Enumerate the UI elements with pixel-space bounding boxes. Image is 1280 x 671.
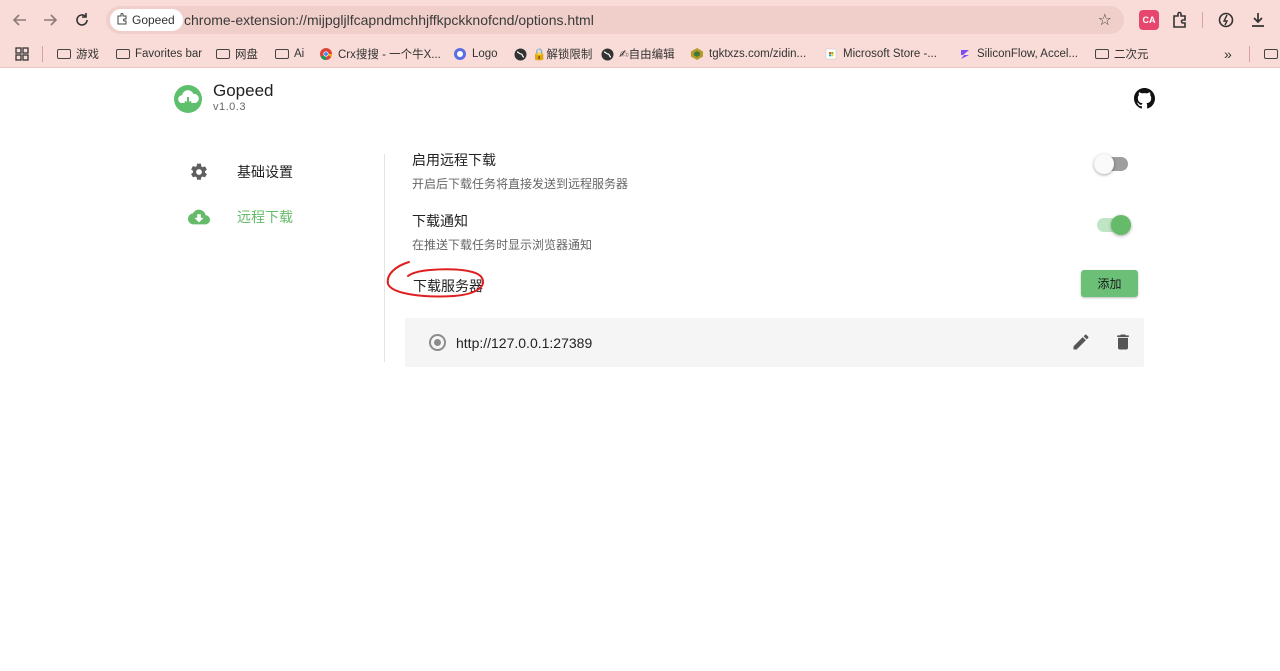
app-title: Gopeed [213,80,274,100]
folder-icon [1095,49,1109,59]
bookmark-item[interactable]: ✍自由编辑 [600,45,675,63]
download-notification-toggle[interactable] [1097,215,1131,235]
gopeed-logo-icon [174,85,202,113]
extensions-puzzle-icon[interactable] [1170,10,1190,30]
folder-icon [275,49,289,59]
url-text[interactable]: chrome-extension://mijpgljlfcapndmchhjff… [184,12,594,28]
app-header: Gopeed v1.0.3 [174,80,274,113]
bookmark-label: Favorites bar [135,48,203,60]
toggle-knob [1111,215,1131,235]
server-url: http://127.0.0.1:27389 [456,335,593,351]
folder-icon [57,49,71,59]
bookmark-item[interactable]: 网盘 [216,45,258,63]
delete-trash-icon[interactable] [1113,332,1133,352]
red-annotation-circle [386,261,484,298]
folder-icon [1264,49,1278,59]
forward-icon[interactable] [38,8,62,32]
bookmark-item[interactable]: Crx搜搜 - 一个牛X... [319,45,441,63]
bookmark-label: tgktxzs.com/zidin... [709,48,807,60]
extension-icon [116,12,128,28]
site-info-chip[interactable]: Gopeed [110,9,183,31]
bookmark-item[interactable]: Logo [453,45,498,63]
app-version: v1.0.3 [213,100,246,113]
bookmarks-overflow-icon[interactable]: » [1224,45,1232,63]
bookmark-label: 🔒解锁限制 [532,49,593,61]
apps-grid-icon[interactable] [15,45,29,63]
globe-icon [600,47,614,61]
folder-icon [216,49,230,59]
gear-icon [188,161,210,183]
setting-description: 开启后下载任务将直接发送到远程服务器 [412,177,629,191]
download-notification-setting: 下载通知 在推送下载任务时显示浏览器通知 [412,211,592,253]
server-list-item[interactable]: http://127.0.0.1:27389 [405,318,1144,367]
bookmark-label: Ai [294,48,305,60]
setting-description: 在推送下载任务时显示浏览器通知 [412,238,593,252]
toolbar-separator [1202,12,1203,28]
address-bar[interactable]: Gopeed chrome-extension://mijpgljlfcapnd… [106,6,1124,34]
bookmark-label: 二次元 [1114,49,1149,61]
bookmark-item[interactable]: Microsoft Store -... [824,45,937,63]
globe-icon [513,47,527,61]
setting-title: 下载通知 [412,213,468,229]
github-icon[interactable] [1134,88,1155,109]
site-icon [690,47,704,61]
site-chip-label: Gopeed [132,13,175,27]
remote-download-setting: 启用远程下载 开启后下载任务将直接发送到远程服务器 [412,150,628,192]
bookmark-star-icon[interactable]: ☆ [1098,10,1112,30]
bookmarks-bar: 游戏 Favorites bar 网盘 Ai Crx搜搜 - 一个牛X... L… [0,40,1280,68]
sidebar-item-basic-settings[interactable]: 基础设置 [188,160,293,184]
toggle-knob [1094,154,1114,174]
bookmark-item[interactable]: 二次元 [1095,45,1149,63]
sidebar-item-label: 基础设置 [237,164,293,180]
bookmark-label: Crx搜搜 - 一个牛X... [338,49,441,61]
bookmark-label: Logo [472,48,498,60]
edit-pencil-icon[interactable] [1071,332,1091,352]
bookmark-label: ✍自由编辑 [619,49,675,61]
server-radio[interactable] [429,334,446,351]
ca-extension-icon[interactable]: CA [1139,10,1159,30]
sidebar-item-remote-download[interactable]: 远程下载 [188,205,293,229]
bookmark-item[interactable]: tgktxzs.com/zidin... [690,45,806,63]
remote-download-toggle[interactable] [1094,154,1128,174]
bookmark-label: 网盘 [235,49,258,61]
sidebar-item-label: 远程下载 [237,209,293,225]
bookmark-item[interactable]: 游戏 [57,45,99,63]
add-server-button[interactable]: 添加 [1081,270,1138,297]
reload-icon[interactable] [70,8,94,32]
bookmark-item[interactable]: SiliconFlow, Accel... [958,45,1078,63]
bookmark-label: Microsoft Store -... [843,48,937,60]
store-icon [824,47,838,61]
bookmark-item[interactable]: Favorites bar [116,45,202,63]
download-icon[interactable] [1248,10,1268,30]
bookmark-item[interactable]: Ai [275,45,304,63]
bookmarks-separator [42,46,43,62]
performance-icon[interactable] [1216,10,1236,30]
setting-title: 启用远程下载 [412,152,496,168]
other-bookmarks-item[interactable] [1264,45,1278,63]
folder-icon [116,49,130,59]
siliconflow-icon [958,47,972,61]
bookmark-label: SiliconFlow, Accel... [977,48,1078,60]
bookmarks-separator [1249,46,1250,62]
back-icon[interactable] [8,8,32,32]
browser-toolbar: Gopeed chrome-extension://mijpgljlfcapnd… [0,0,1280,40]
logo-icon [453,47,467,61]
chrome-icon [319,47,333,61]
cloud-download-icon [188,206,210,228]
bookmark-item[interactable]: 🔒解锁限制 [513,45,592,63]
bookmark-label: 游戏 [76,49,99,61]
